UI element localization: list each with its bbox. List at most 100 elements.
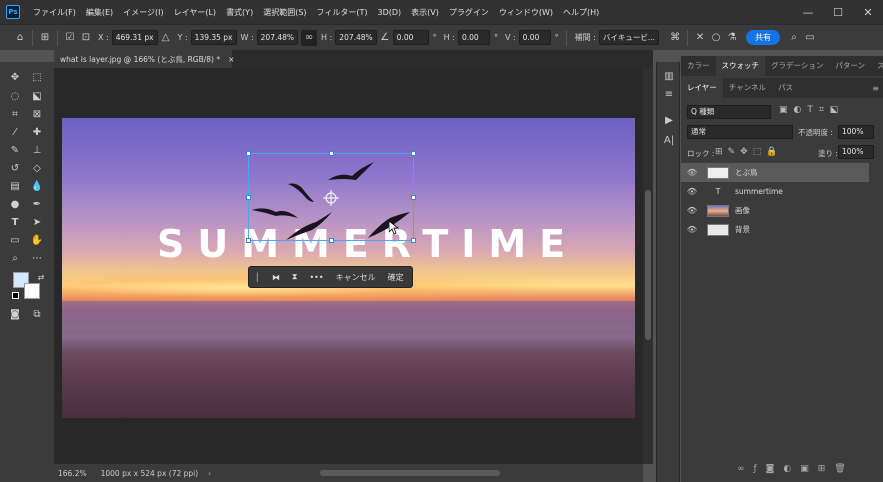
zoom-level[interactable]: 166.2% — [58, 469, 87, 478]
layer-row-image[interactable]: 👁 画像 — [681, 201, 869, 220]
menu-filter[interactable]: フィルター(T) — [312, 7, 373, 18]
share-button[interactable]: 共有 — [746, 30, 781, 45]
fill-field[interactable]: 100% — [838, 145, 874, 159]
horizontal-scroll-thumb[interactable] — [320, 470, 500, 476]
zoom-tool-icon[interactable]: ⌕ — [6, 249, 24, 267]
workspace-icon[interactable]: ▭ — [802, 30, 818, 46]
tab-layers[interactable]: レイヤー — [681, 78, 723, 98]
gradient-tool-icon[interactable]: ▤ — [6, 177, 24, 195]
healing-brush-tool-icon[interactable]: ✚ — [28, 123, 46, 141]
layer-row-birds[interactable]: 👁 とぶ鳥 — [681, 163, 869, 182]
layer-row-summertime[interactable]: 👁 T summertime — [681, 182, 869, 201]
x-position-field[interactable]: 469.31 px — [111, 30, 158, 45]
path-select-tool-icon[interactable]: ➤ — [28, 213, 46, 231]
cancel-transform-icon[interactable]: ✕ — [692, 30, 708, 46]
blur-tool-icon[interactable]: 💧 — [28, 177, 46, 195]
default-colors-icon[interactable] — [12, 292, 19, 299]
transform-handle-top-left[interactable] — [246, 151, 251, 156]
history-brush-tool-icon[interactable]: ↺ — [6, 159, 24, 177]
minimize-button[interactable]: — — [793, 0, 823, 24]
blend-mode-select[interactable]: 通常 — [687, 125, 793, 139]
close-tab-icon[interactable]: × — [228, 55, 234, 64]
menu-edit[interactable]: 編集(E) — [81, 7, 118, 18]
move-tool-icon[interactable]: ✥ — [6, 68, 24, 86]
height-field[interactable]: 207.48% — [335, 30, 377, 45]
visibility-eye-icon[interactable]: 👁 — [685, 225, 699, 234]
cancel-button[interactable]: キャンセル — [330, 272, 382, 283]
menu-help[interactable]: ヘルプ(H) — [558, 7, 604, 18]
commit-transform-icon[interactable]: ○ — [708, 30, 724, 46]
transform-handle-right[interactable] — [411, 195, 416, 200]
reference-point-checkbox-icon[interactable]: ☑ — [62, 30, 78, 46]
visibility-eye-icon[interactable]: 👁 — [685, 187, 699, 196]
tab-paths[interactable]: パス — [772, 78, 799, 98]
confirm-button[interactable]: 確定 — [382, 272, 410, 283]
link-icon[interactable]: ∞ — [301, 29, 318, 46]
transform-handle-bottom-right[interactable] — [411, 238, 416, 243]
tab-color[interactable]: カラー — [681, 56, 716, 76]
rectangle-tool-icon[interactable]: ▭ — [6, 231, 24, 249]
screen-mode-icon[interactable]: ⧉ — [28, 305, 46, 323]
menu-view[interactable]: 表示(V) — [406, 7, 444, 18]
menu-3d[interactable]: 3D(D) — [373, 8, 407, 17]
tab-swatches[interactable]: スウォッチ — [715, 56, 765, 76]
dodge-tool-icon[interactable]: ● — [6, 195, 24, 213]
menu-select[interactable]: 選択範囲(S) — [258, 7, 311, 18]
transform-handle-left[interactable] — [246, 195, 251, 200]
horizontal-skew-field[interactable]: 0.00 — [457, 30, 490, 45]
object-select-tool-icon[interactable]: ⬕ — [28, 87, 46, 105]
history-icon[interactable]: ▥ — [661, 68, 677, 84]
tab-channels[interactable]: チャンネル — [723, 78, 772, 98]
y-position-field[interactable]: 139.35 px — [190, 30, 237, 45]
quick-mask-icon[interactable]: ◙ — [6, 305, 24, 323]
tab-styles[interactable]: スタイル — [871, 56, 883, 76]
transform-handle-bottom-left[interactable] — [246, 238, 251, 243]
flask-icon[interactable]: ⚗ — [724, 30, 740, 46]
lock-icons[interactable]: ⊞✎✥⬚🔒 — [715, 147, 782, 157]
menu-window[interactable]: ウィンドウ(W) — [494, 7, 558, 18]
marquee-tool-icon[interactable]: ⬚ — [28, 68, 46, 86]
visibility-eye-icon[interactable]: 👁 — [685, 206, 699, 215]
tab-gradients[interactable]: グラデーション — [765, 56, 829, 76]
interpolation-select[interactable]: バイキュービ... — [598, 30, 660, 45]
hand-tool-icon[interactable]: ✋ — [28, 231, 46, 249]
tab-patterns[interactable]: パターン — [829, 56, 871, 76]
actions-play-icon[interactable]: ▶ — [661, 112, 677, 128]
reference-point-grid-icon[interactable]: ⊡ — [78, 30, 94, 46]
maximize-button[interactable]: ☐ — [823, 0, 853, 24]
transform-handle-top[interactable] — [329, 151, 334, 156]
crop-tool-icon[interactable]: ⌗ — [6, 105, 24, 123]
angle-field[interactable]: 0.00 — [392, 30, 429, 45]
stamp-tool-icon[interactable]: ⊥ — [28, 141, 46, 159]
menu-plugins[interactable]: プラグイン — [444, 7, 494, 18]
eraser-tool-icon[interactable]: ◇ — [28, 159, 46, 177]
pen-tool-icon[interactable]: ✒ — [28, 195, 46, 213]
warp-icon[interactable]: ⌘ — [667, 30, 683, 46]
home-icon[interactable]: ⌂ — [12, 30, 28, 46]
panel-menu-icon[interactable]: ≡ — [872, 84, 879, 93]
search-icon[interactable]: ⌕ — [786, 30, 802, 46]
more-options-button[interactable]: ••• — [303, 273, 329, 282]
flip-horizontal-icon[interactable]: ⧓ — [266, 273, 286, 282]
document-tab[interactable]: what is layer.jpg @ 166% (とぶ鳥, RGB/8) * … — [54, 50, 234, 68]
close-window-button[interactable]: ✕ — [853, 0, 883, 24]
layer-filter-search[interactable]: Q 種類 — [687, 105, 771, 119]
flip-vertical-icon[interactable]: ⧗ — [286, 272, 304, 282]
brush-tool-icon[interactable]: ✎ — [6, 141, 24, 159]
more-tools-icon[interactable]: ⋯ — [28, 249, 46, 267]
menu-layer[interactable]: レイヤー(L) — [169, 7, 221, 18]
vertical-skew-field[interactable]: 0.00 — [518, 30, 551, 45]
eyedropper-tool-icon[interactable]: ⁄ — [6, 123, 24, 141]
swap-colors-icon[interactable]: ⇄ — [32, 268, 50, 286]
transform-tool-icon[interactable]: ⊞ — [37, 30, 53, 46]
vertical-scroll-thumb[interactable] — [645, 190, 651, 340]
type-tool-icon[interactable]: T — [6, 213, 24, 231]
character-icon[interactable]: A| — [661, 132, 677, 148]
layer-filter-icons[interactable]: ▣◐T⌗⬕ — [779, 105, 844, 115]
layer-actions-toolbar[interactable]: ∞ƒ◙◐▣⊞🗑 — [737, 464, 855, 474]
layer-row-background[interactable]: 👁 背景 — [681, 220, 869, 239]
frame-tool-icon[interactable]: ⊠ — [28, 105, 46, 123]
width-field[interactable]: 207.48% — [256, 30, 299, 45]
lasso-tool-icon[interactable]: ◌ — [6, 87, 24, 105]
menu-file[interactable]: ファイル(F) — [28, 7, 81, 18]
